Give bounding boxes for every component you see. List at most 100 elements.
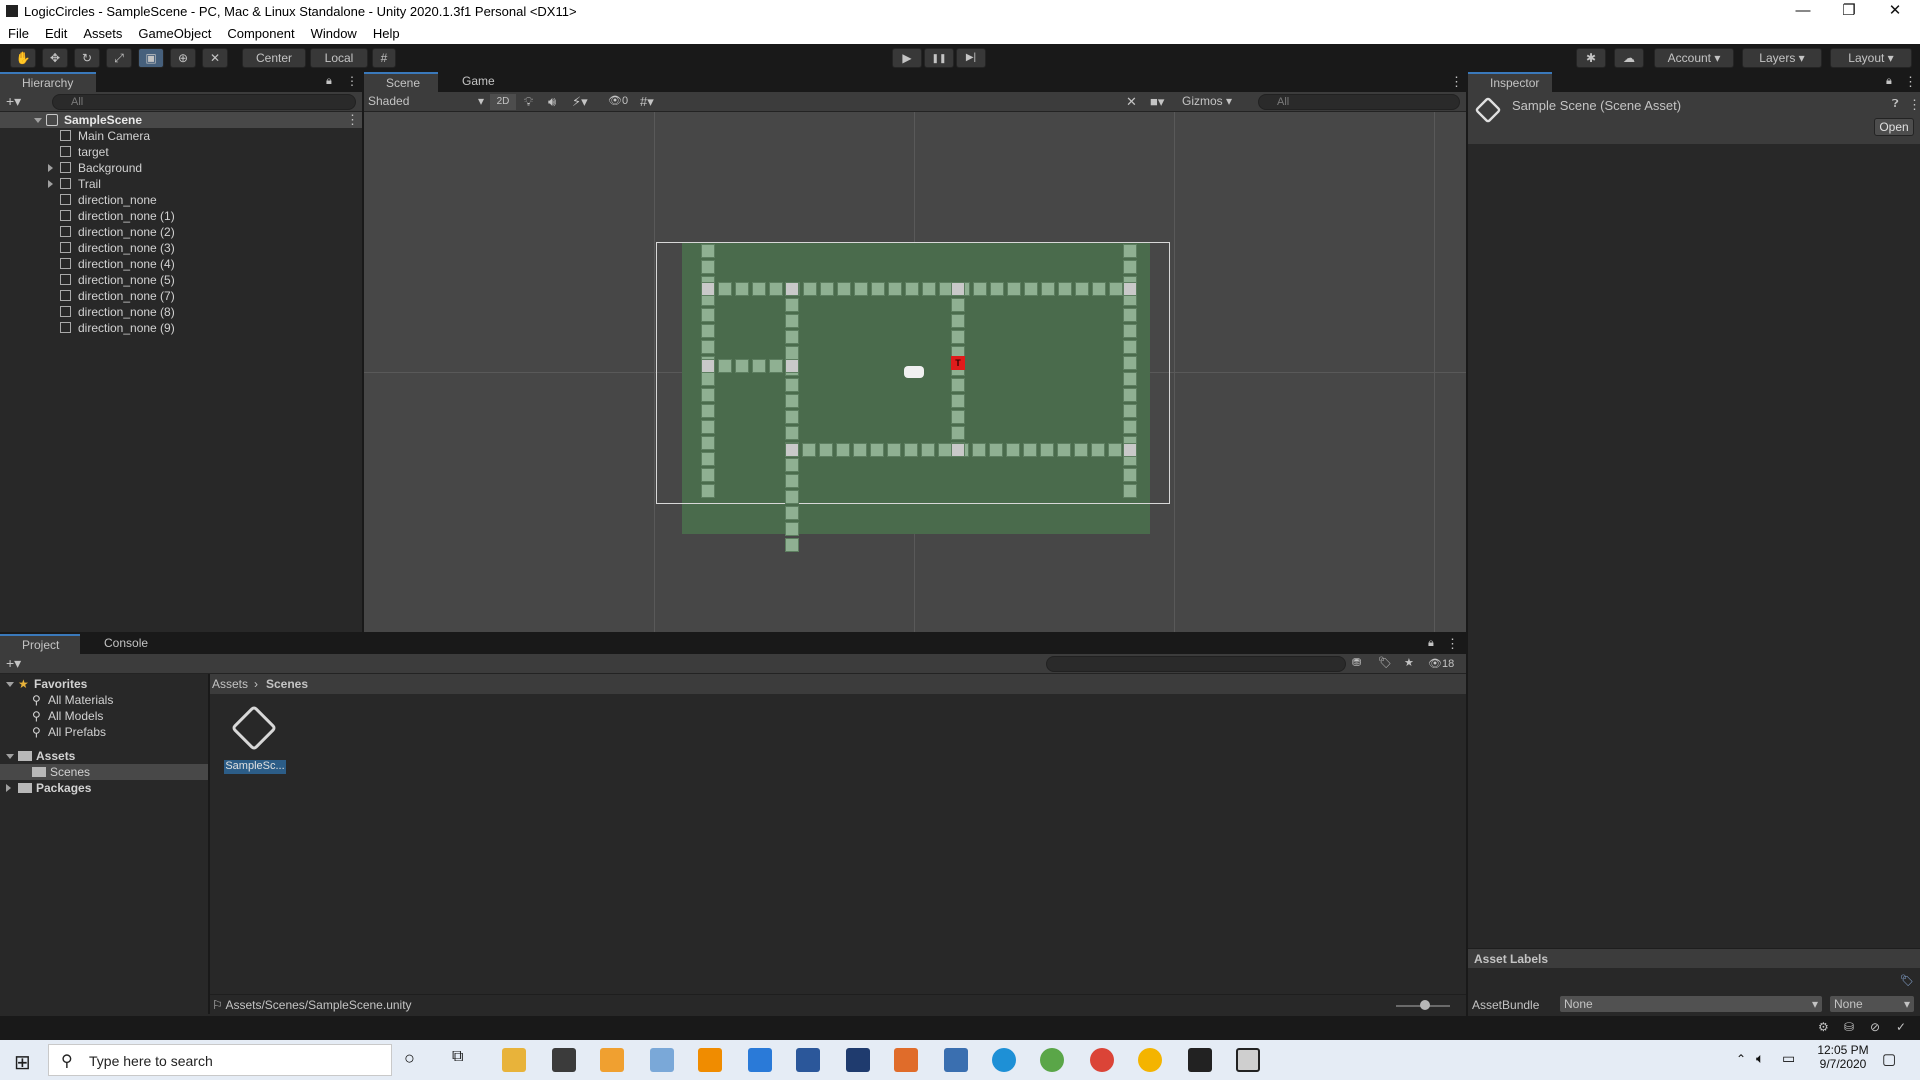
menu-assets[interactable]: Assets xyxy=(75,24,130,41)
snap-grid-icon[interactable]: # xyxy=(372,48,396,68)
tools-icon[interactable]: ✕ xyxy=(1126,94,1137,110)
file-explorer-icon[interactable] xyxy=(502,1048,526,1072)
scene-foldout-icon[interactable] xyxy=(34,118,42,123)
app-icon[interactable] xyxy=(650,1048,674,1072)
target-marker[interactable]: T xyxy=(951,356,965,370)
lighting-icon[interactable]: 💡︎ xyxy=(524,94,533,110)
notifications-icon[interactable]: ▢ xyxy=(1882,1050,1896,1068)
scene-row[interactable]: SampleScene ⋮ xyxy=(0,112,362,128)
filter-label-icon[interactable]: 🏷︎ xyxy=(1378,656,1392,669)
hierarchy-item[interactable]: direction_none (8) xyxy=(0,304,360,320)
favorites-foldout-icon[interactable] xyxy=(6,682,14,687)
account-dropdown[interactable]: Account ▾ xyxy=(1654,48,1734,68)
task-view-icon[interactable]: ⧉ xyxy=(452,1048,463,1066)
blender-icon[interactable] xyxy=(894,1048,918,1072)
menu-component[interactable]: Component xyxy=(219,24,302,41)
layers-dropdown[interactable]: Layers ▾ xyxy=(1742,48,1822,68)
tab-inspector[interactable]: Inspector xyxy=(1468,72,1552,92)
scene-viewport[interactable]: T xyxy=(364,112,1466,632)
chrome-icon[interactable] xyxy=(1090,1048,1114,1072)
hierarchy-item[interactable]: target xyxy=(0,144,360,160)
effects-icon[interactable]: ⚡︎▾ xyxy=(572,94,588,110)
menu-edit[interactable]: Edit xyxy=(37,24,75,41)
kebab-menu-icon[interactable]: ⋮ xyxy=(346,74,358,88)
tree-scenes[interactable]: Scenes xyxy=(0,764,208,780)
hierarchy-search-input[interactable]: All xyxy=(52,94,356,110)
assets-foldout-icon[interactable] xyxy=(6,754,14,759)
tab-console[interactable]: Console xyxy=(82,634,164,654)
breadcrumb-assets[interactable]: Assets xyxy=(212,677,248,691)
shading-mode-dropdown[interactable]: Shaded ▾ xyxy=(368,94,488,108)
restore-button[interactable]: ❐ xyxy=(1826,0,1872,24)
split-handle[interactable] xyxy=(208,674,210,1014)
menu-gameobject[interactable]: GameObject xyxy=(130,24,219,41)
hidden-packages-toggle[interactable]: 👁︎18 xyxy=(1428,657,1454,670)
word-icon[interactable] xyxy=(796,1048,820,1072)
tree-fav-item[interactable]: ⚲ All Models xyxy=(0,708,208,724)
foldout-arrow-icon[interactable] xyxy=(48,180,53,188)
settings-kebab-icon[interactable]: ⋮ xyxy=(1908,97,1920,113)
hierarchy-item[interactable]: Trail xyxy=(0,176,360,192)
2d-toggle[interactable]: 2D xyxy=(490,94,516,110)
pivot-center-toggle[interactable]: Center xyxy=(242,48,306,68)
check-icon[interactable]: ✓ xyxy=(1896,1020,1906,1034)
edge-icon[interactable] xyxy=(992,1048,1016,1072)
tray-chevron-icon[interactable]: ⌃ xyxy=(1736,1052,1746,1066)
foldout-arrow-icon[interactable] xyxy=(48,164,53,172)
calculator-icon[interactable] xyxy=(944,1048,968,1072)
pivot-local-toggle[interactable]: Local xyxy=(310,48,368,68)
project-lock-icon[interactable]: 🔒︎ xyxy=(1428,637,1434,650)
tree-assets[interactable]: Assets xyxy=(0,748,208,764)
hierarchy-item[interactable]: direction_none (1) xyxy=(0,208,360,224)
start-windows-icon[interactable]: ⊞ xyxy=(14,1050,31,1075)
assetbundle-dropdown[interactable]: None ▾ xyxy=(1560,996,1822,1012)
inspector-kebab-icon[interactable]: ⋮ xyxy=(1904,74,1917,90)
hierarchy-item[interactable]: direction_none (5) xyxy=(0,272,360,288)
camera-gizmo-icon[interactable] xyxy=(904,366,924,378)
clock[interactable]: 12:05 PM 9/7/2020 xyxy=(1808,1043,1878,1071)
media-icon[interactable] xyxy=(600,1048,624,1072)
zoom-slider-thumb[interactable] xyxy=(1420,1000,1430,1010)
collab-icon[interactable]: ✱ xyxy=(1576,48,1606,68)
cortana-icon[interactable]: ○ xyxy=(404,1048,415,1069)
pause-button[interactable]: ❚❚ xyxy=(924,48,954,68)
illustrator-icon[interactable] xyxy=(698,1048,722,1072)
chrome-canary-icon[interactable] xyxy=(1138,1048,1162,1072)
unity-editor-icon[interactable] xyxy=(1236,1048,1260,1072)
close-button[interactable]: ✕ xyxy=(1872,0,1918,24)
breadcrumb-scenes[interactable]: Scenes xyxy=(266,677,308,691)
scene-search-input[interactable]: All xyxy=(1258,94,1460,110)
packages-foldout-icon[interactable] xyxy=(6,784,11,792)
asset-tile[interactable]: SampleSc... xyxy=(222,704,286,778)
hierarchy-item[interactable]: direction_none (2) xyxy=(0,224,360,240)
menu-file[interactable]: File xyxy=(0,24,37,41)
layout-dropdown[interactable]: Layout ▾ xyxy=(1830,48,1912,68)
cloud-icon[interactable]: ☁ xyxy=(1614,48,1644,68)
tree-packages[interactable]: Packages xyxy=(0,780,208,796)
hierarchy-item[interactable]: Main Camera xyxy=(0,128,360,144)
filter-type-icon[interactable]: ⛃ xyxy=(1352,656,1361,669)
unity-hub-icon[interactable] xyxy=(1188,1048,1212,1072)
debug-icon[interactable]: ⚙ xyxy=(1818,1020,1829,1034)
camera-icon[interactable]: ■▾ xyxy=(1150,94,1164,110)
store-icon[interactable] xyxy=(552,1048,576,1072)
project-kebab-icon[interactable]: ⋮ xyxy=(1446,636,1459,652)
hidden-objects-toggle[interactable]: 👁︎0 xyxy=(608,94,628,107)
lock-icon[interactable]: 🔒︎ xyxy=(326,75,332,88)
scene-menu-icon[interactable]: ⋮ xyxy=(346,112,359,128)
scale-tool-icon[interactable]: ⤢ xyxy=(106,48,132,68)
hierarchy-item[interactable]: direction_none xyxy=(0,192,360,208)
label-tag-icon[interactable]: 🏷︎ xyxy=(1900,974,1914,987)
menu-window[interactable]: Window xyxy=(303,24,365,41)
gizmos-dropdown[interactable]: Gizmos ▾ xyxy=(1182,94,1244,108)
open-button[interactable]: Open xyxy=(1874,118,1914,136)
scene-kebab-icon[interactable]: ⋮ xyxy=(1450,74,1463,90)
audio-icon[interactable]: 🔊︎ xyxy=(548,94,556,110)
create-plus-button[interactable]: +▾ xyxy=(6,93,21,110)
taskbar-search-box[interactable]: ⚲ Type here to search xyxy=(48,1044,392,1076)
tab-project[interactable]: Project xyxy=(0,634,80,654)
move-tool-icon[interactable]: ✥ xyxy=(42,48,68,68)
inspector-lock-icon[interactable]: 🔒︎ xyxy=(1886,75,1892,88)
hierarchy-item[interactable]: direction_none (7) xyxy=(0,288,360,304)
tab-hierarchy[interactable]: Hierarchy xyxy=(0,72,96,92)
